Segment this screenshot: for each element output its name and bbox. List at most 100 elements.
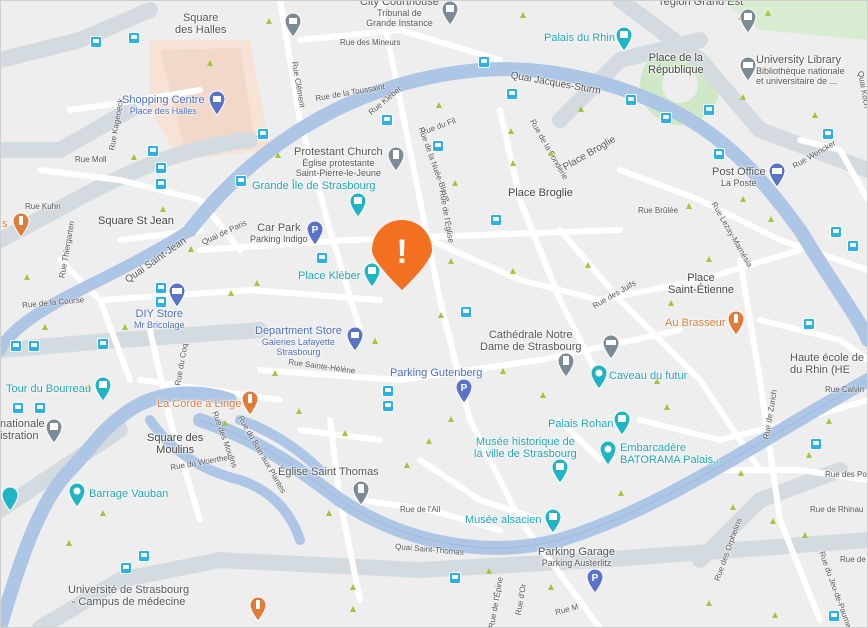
tram-stop-icon[interactable]	[382, 400, 394, 412]
tram-stop-icon[interactable]	[810, 438, 822, 450]
place-label-department-store[interactable]: Department Store Galeries Lafayette Stras…	[255, 325, 342, 357]
tram-stop-icon[interactable]	[847, 240, 859, 252]
tram-stop-icon[interactable]	[382, 385, 394, 397]
tram-stop-icon[interactable]	[830, 226, 842, 238]
library-icon[interactable]	[738, 56, 758, 82]
place-label-car-park[interactable]: Car Park Parking Indigo	[250, 222, 308, 244]
one-way-arrow-icon	[350, 606, 356, 612]
palace-icon[interactable]	[614, 26, 634, 52]
tram-stop-icon[interactable]	[660, 112, 672, 124]
toolbox-icon[interactable]	[167, 282, 187, 308]
landmark-icon[interactable]	[0, 486, 20, 512]
palace-icon[interactable]	[612, 410, 632, 436]
tram-stop-icon[interactable]	[432, 140, 444, 152]
alert-marker-icon[interactable]: !	[370, 220, 434, 292]
cathedral-icon[interactable]	[556, 352, 576, 378]
tram-stop-icon[interactable]	[34, 402, 46, 414]
restaurant-icon[interactable]	[248, 596, 268, 622]
tram-stop-icon[interactable]	[10, 340, 22, 352]
museum-icon[interactable]	[550, 458, 570, 484]
place-label-nationale-istration: nationale istration	[0, 418, 45, 442]
tram-stop-icon[interactable]	[155, 162, 167, 174]
museum-icon[interactable]	[543, 508, 563, 534]
tram-stop-icon[interactable]	[803, 318, 815, 330]
shopping-bag-icon[interactable]	[345, 326, 365, 352]
one-way-arrow-icon	[100, 510, 106, 516]
tram-stop-icon[interactable]	[257, 128, 269, 140]
place-label-barrage-vauban[interactable]: Barrage Vauban	[89, 488, 168, 500]
tram-stop-icon[interactable]	[28, 340, 40, 352]
place-label-musee-alsacien[interactable]: Musée alsacien	[465, 514, 541, 526]
tram-stop-icon[interactable]	[490, 214, 502, 226]
place-label-city-courthouse[interactable]: City Courthouse Tribunal de Grande Instan…	[360, 0, 439, 28]
tram-stop-icon[interactable]	[713, 148, 725, 160]
map-view[interactable]: Rue des Mineurs Rue Clément Rue de la To…	[0, 0, 868, 628]
one-way-arrow-icon	[540, 392, 546, 398]
place-label-place-kleber[interactable]: Place Kléber	[298, 270, 360, 282]
place-label-caveau-du-futur[interactable]: Caveau du futur	[609, 370, 687, 382]
tram-stop-icon[interactable]	[128, 32, 140, 44]
tram-stop-icon[interactable]	[120, 562, 132, 574]
tram-stop-icon[interactable]	[822, 128, 834, 140]
courthouse-icon[interactable]	[440, 0, 460, 26]
tram-stop-icon[interactable]	[155, 178, 167, 190]
place-label-cathedrale[interactable]: Cathédrale Notre Dame de Strasbourg	[480, 329, 582, 353]
church-icon[interactable]	[351, 480, 371, 506]
place-label-shopping-centre[interactable]: Shopping Centre Place des Halles	[122, 94, 205, 116]
place-label-palais-rohan[interactable]: Palais Rohan	[548, 418, 613, 430]
place-label-embarcadere[interactable]: Embarcadère BATORAMA Palais...	[620, 442, 722, 466]
church-icon[interactable]	[386, 146, 406, 172]
parking-icon[interactable]: P	[585, 568, 605, 594]
tram-stop-icon[interactable]	[90, 36, 102, 48]
one-way-arrow-icon	[802, 532, 808, 538]
place-label-protestant-church[interactable]: Protestant Church Église protestante Sain…	[294, 146, 383, 178]
tram-stop-icon[interactable]	[478, 56, 490, 68]
monument-icon[interactable]	[283, 12, 303, 38]
camera-icon[interactable]	[598, 440, 618, 466]
landmark-icon[interactable]	[348, 192, 368, 218]
tram-stop-icon[interactable]	[97, 338, 109, 350]
restaurant-icon[interactable]	[240, 390, 260, 416]
tram-stop-icon[interactable]	[155, 296, 167, 308]
camera-icon[interactable]	[67, 482, 87, 508]
tram-stop-icon[interactable]	[381, 114, 393, 126]
place-label-palais-du-rhin[interactable]: Palais du Rhin	[544, 32, 615, 44]
tram-stop-icon[interactable]	[316, 252, 328, 264]
parking-icon[interactable]: P	[305, 220, 325, 246]
landmark-icon[interactable]	[93, 376, 113, 402]
parking-icon[interactable]: P	[454, 378, 474, 404]
place-label-eglise-saint-thomas[interactable]: Église Saint Thomas	[278, 466, 379, 478]
tram-stop-icon[interactable]	[703, 104, 715, 116]
place-label-la-corde-a-linge[interactable]: La Corde à Linge	[157, 398, 241, 410]
tram-stop-icon[interactable]	[506, 88, 518, 100]
government-icon[interactable]	[738, 8, 758, 34]
tram-stop-icon[interactable]	[235, 175, 247, 187]
one-way-arrow-icon	[548, 584, 554, 590]
place-label-university-library[interactable]: University Library Bibliothèque nationale…	[756, 54, 845, 86]
tram-stop-icon[interactable]	[138, 550, 150, 562]
restaurant-icon[interactable]	[726, 310, 746, 336]
tram-stop-icon[interactable]	[625, 94, 637, 106]
camera-icon[interactable]	[589, 364, 609, 390]
tram-stop-icon[interactable]	[147, 145, 159, 157]
education-icon[interactable]	[601, 334, 621, 360]
government-icon[interactable]	[44, 418, 64, 444]
place-label-diy-store[interactable]: DIY Store Mr Bricolage	[134, 308, 185, 330]
one-way-arrow-icon	[452, 180, 458, 186]
place-label-grande-ile[interactable]: Grande Île de Strasbourg	[252, 180, 376, 192]
place-label-musee-historique[interactable]: Musée historique de la ville de Strasbou…	[474, 436, 577, 460]
restaurant-icon[interactable]	[11, 212, 31, 238]
tram-stop-icon[interactable]	[460, 306, 472, 318]
place-label-universite[interactable]: Université de Strasbourg - Campus de méd…	[68, 584, 189, 608]
tram-stop-icon[interactable]	[449, 572, 461, 584]
tram-stop-icon[interactable]	[12, 402, 24, 414]
place-label-post-office[interactable]: Post Office La Poste	[712, 166, 766, 188]
place-label-parking-gutenberg[interactable]: Parking Gutenberg	[390, 367, 482, 379]
mail-icon[interactable]	[767, 162, 787, 188]
shopping-bag-icon[interactable]	[207, 90, 227, 116]
tram-stop-icon[interactable]	[828, 610, 840, 622]
tram-stop-icon[interactable]	[155, 282, 167, 294]
place-label-parking-garage[interactable]: Parking Garage Parking Austerlitz	[538, 546, 615, 568]
place-label-au-brasseur[interactable]: Au Brasseur	[665, 317, 726, 329]
place-label-tour-du-bourreau[interactable]: Tour du Bourreau	[6, 383, 91, 395]
